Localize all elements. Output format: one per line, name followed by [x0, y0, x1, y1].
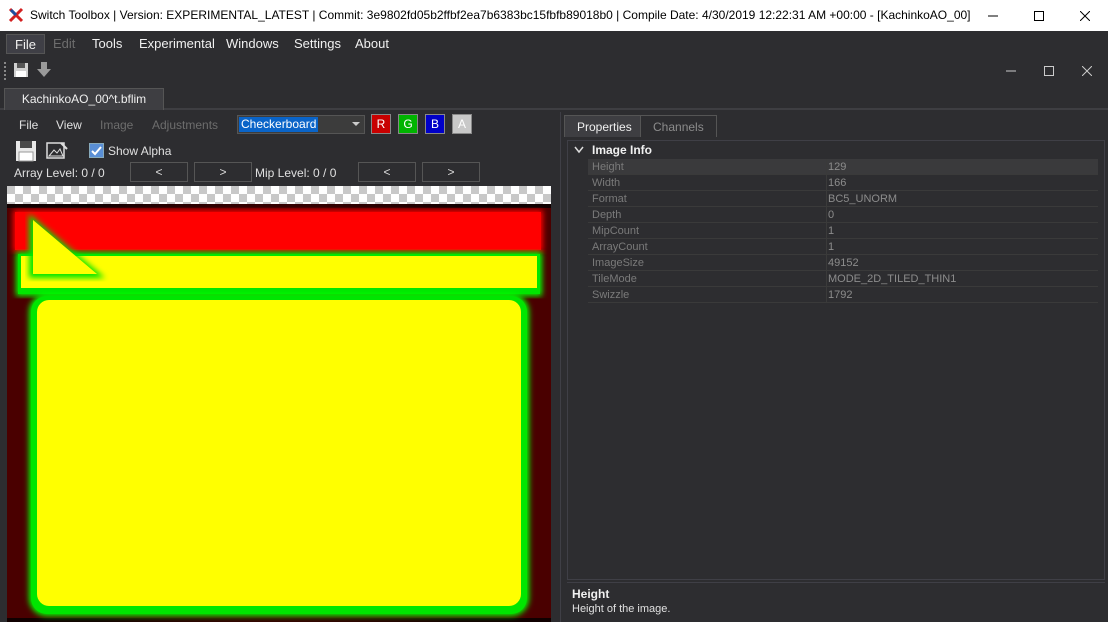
property-value: 0: [828, 209, 835, 221]
maximize-icon: [1044, 66, 1054, 76]
toolbar-grip-icon: [4, 62, 6, 80]
chevron-down-icon: [352, 122, 360, 126]
row-divider: [826, 207, 827, 223]
row-divider: [826, 255, 827, 271]
switch-toolbox-icon: [8, 7, 24, 23]
menu-settings[interactable]: Settings: [286, 34, 349, 54]
description-title: Height: [572, 587, 610, 601]
property-row-width[interactable]: Width 166: [588, 175, 1098, 191]
property-value: 1: [828, 241, 835, 253]
show-alpha-checkbox[interactable]: [89, 143, 104, 158]
image-edit-icon[interactable]: [46, 141, 68, 161]
row-divider: [826, 191, 827, 207]
property-row-depth[interactable]: Depth 0: [588, 207, 1098, 223]
editor-menu-view[interactable]: View: [56, 116, 82, 134]
array-level-label: Array Level: 0 / 0: [14, 166, 105, 180]
chevron-down-icon: [574, 146, 584, 154]
category-label: Image Info: [592, 143, 653, 157]
property-row-format[interactable]: Format BC5_UNORM: [588, 191, 1098, 207]
show-alpha-label: Show Alpha: [108, 144, 172, 158]
property-key: Swizzle: [592, 289, 630, 301]
row-divider: [826, 223, 827, 239]
toolbar: [0, 56, 1108, 86]
channel-blue-button[interactable]: B: [425, 114, 445, 134]
property-key: Width: [592, 177, 621, 189]
document-tab-strip: KachinkoAO_00^t.bflim: [0, 86, 1108, 110]
maximize-icon: [1034, 10, 1044, 21]
tab-properties[interactable]: Properties: [564, 115, 645, 137]
property-value: 49152: [828, 257, 859, 269]
property-value: MODE_2D_TILED_THIN1: [828, 273, 957, 285]
array-next-button[interactable]: >: [194, 162, 252, 182]
property-description: Height Height of the image.: [567, 582, 1105, 622]
editor-menu-image[interactable]: Image: [100, 116, 133, 134]
menu-about[interactable]: About: [347, 34, 397, 54]
row-divider: [826, 271, 827, 287]
menu-edit[interactable]: Edit: [45, 34, 83, 54]
row-divider: [826, 287, 827, 303]
close-icon: [1082, 66, 1092, 76]
maximize-button[interactable]: [1016, 0, 1062, 31]
property-value: BC5_UNORM: [828, 193, 898, 205]
image-editor-panel: File View Image Adjustments Checkerboard…: [0, 112, 556, 622]
property-key: MipCount: [592, 225, 640, 237]
property-key: Format: [592, 193, 627, 205]
property-value: 1: [828, 225, 835, 237]
property-key: TileMode: [592, 273, 637, 285]
channel-red-button[interactable]: R: [371, 114, 391, 134]
minimize-button[interactable]: [970, 0, 1016, 31]
texture-canvas[interactable]: [7, 186, 551, 622]
menu-tools[interactable]: Tools: [84, 34, 130, 54]
property-key: ImageSize: [592, 257, 644, 269]
mip-next-button[interactable]: >: [422, 162, 480, 182]
tab-channels[interactable]: Channels: [640, 115, 717, 137]
property-key: ArrayCount: [592, 241, 648, 253]
properties-panel: Properties Channels Image Info Height 12…: [560, 112, 1108, 622]
editor-menu-file[interactable]: File: [19, 116, 38, 134]
property-grid: Image Info Height 129 Width 166 Format B…: [567, 140, 1105, 580]
property-row-swizzle[interactable]: Swizzle 1792: [588, 287, 1098, 303]
row-divider: [826, 159, 827, 175]
save-icon[interactable]: [13, 62, 29, 78]
property-value: 166: [828, 177, 847, 189]
menu-file[interactable]: File: [6, 34, 45, 54]
background-select[interactable]: Checkerboard: [237, 115, 365, 134]
property-value: 1792: [828, 289, 853, 301]
menu-windows[interactable]: Windows: [218, 34, 287, 54]
property-row-height[interactable]: Height 129: [588, 159, 1098, 175]
row-divider: [826, 239, 827, 255]
window-title: Switch Toolbox | Version: EXPERIMENTAL_L…: [30, 8, 971, 22]
row-divider: [826, 175, 827, 191]
title-bar: Switch Toolbox | Version: EXPERIMENTAL_L…: [0, 0, 1108, 31]
property-key: Depth: [592, 209, 622, 221]
close-button[interactable]: [1062, 0, 1108, 31]
minimize-icon: [1006, 70, 1016, 72]
download-arrow-icon[interactable]: [36, 61, 52, 79]
property-key: Height: [592, 161, 624, 173]
save-image-icon[interactable]: [15, 140, 37, 162]
background-select-value: Checkerboard: [239, 117, 319, 132]
mip-prev-button[interactable]: <: [358, 162, 416, 182]
close-icon: [1080, 10, 1090, 21]
mip-level-label: Mip Level: 0 / 0: [255, 166, 337, 180]
channel-green-button[interactable]: G: [398, 114, 418, 134]
check-icon: [91, 146, 102, 156]
menu-bar: File Edit Tools Experimental Windows Set…: [0, 31, 1108, 56]
category-image-info[interactable]: Image Info: [568, 142, 1104, 159]
array-prev-button[interactable]: <: [130, 162, 188, 182]
editor-menu-adjustments[interactable]: Adjustments: [152, 116, 218, 134]
doc-close-button[interactable]: [1064, 56, 1108, 86]
property-value: 129: [828, 161, 847, 173]
property-row-arraycount[interactable]: ArrayCount 1: [588, 239, 1098, 255]
description-text: Height of the image.: [572, 603, 671, 615]
texture-preview: [7, 186, 551, 622]
channel-alpha-button[interactable]: A: [452, 114, 472, 134]
minimize-icon: [988, 15, 998, 16]
property-row-mipcount[interactable]: MipCount 1: [588, 223, 1098, 239]
property-row-tilemode[interactable]: TileMode MODE_2D_TILED_THIN1: [588, 271, 1098, 287]
menu-experimental[interactable]: Experimental: [131, 34, 223, 54]
property-row-imagesize[interactable]: ImageSize 49152: [588, 255, 1098, 271]
document-tab[interactable]: KachinkoAO_00^t.bflim: [4, 88, 164, 110]
